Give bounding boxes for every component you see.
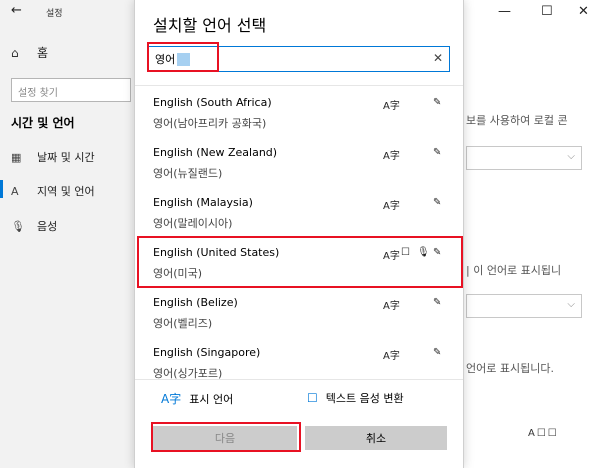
nav-home[interactable]: ⌂ 홈: [11, 44, 48, 61]
language-native-name: 영어(말레이시아): [153, 217, 233, 230]
language-row[interactable]: English (New Zealand) 영어(뉴질랜드) A字 ✎: [135, 136, 463, 186]
bg-dropdown[interactable]: ⌵: [466, 146, 582, 170]
text-to-speech-icon: ☐: [307, 391, 318, 405]
choose-language-dialog: 설치할 언어 선택 ✕ English (South Africa) 영어(남아…: [134, 0, 464, 468]
back-arrow-icon[interactable]: ←: [11, 3, 22, 18]
language-search-box: ✕: [148, 46, 450, 72]
handwriting-icon: ✎: [433, 147, 442, 158]
display-language-icon: A字: [383, 301, 400, 312]
language-row-selected[interactable]: English (United States) 영어(미국) A字 ☐ 🎙 ✎: [135, 236, 463, 286]
next-button[interactable]: 다음: [153, 426, 297, 450]
language-row[interactable]: English (Malaysia) 영어(말레이시아) A字 ✎: [135, 186, 463, 236]
bg-text-snippet: 보를 사용하여 로컬 콘: [466, 114, 568, 127]
language-name: English (Belize): [153, 296, 238, 309]
display-language-icon: A字: [383, 151, 400, 162]
nav-home-label: 홈: [37, 46, 49, 60]
settings-search-placeholder: 설정 찾기: [18, 88, 58, 99]
language-native-name: 영어(싱가포르): [153, 367, 223, 380]
handwriting-icon: ✎: [433, 197, 442, 208]
language-native-name: 영어(벨리즈): [153, 317, 213, 330]
display-language-icon: A字: [383, 201, 400, 212]
settings-sidebar: ← 설정 ⌂ 홈 설정 찾기 시간 및 언어 ▦ 날짜 및 시간 A 지역 및 …: [0, 0, 134, 468]
text-to-speech-icon: ☐: [401, 247, 410, 258]
region-icon: A: [11, 184, 19, 198]
clear-search-icon[interactable]: ✕: [433, 51, 443, 65]
legend-label: 텍스트 음성 변환: [325, 392, 404, 405]
language-native-name: 영어(미국): [153, 267, 203, 280]
bg-text-snippet: | 이 언어로 표시됩니: [466, 264, 562, 277]
language-name: English (New Zealand): [153, 146, 278, 159]
chevron-down-icon: ⌵: [567, 299, 575, 310]
language-name: English (Singapore): [153, 346, 261, 359]
legend-display-language: A字 표시 언어: [161, 390, 233, 407]
legend-label: 표시 언어: [189, 392, 234, 406]
nav-item-speech[interactable]: 🎙 음성: [11, 218, 57, 234]
minimize-button[interactable]: —: [498, 4, 511, 19]
display-language-icon: A字: [383, 101, 400, 112]
home-icon: ⌂: [11, 45, 19, 60]
dialog-title: 설치할 언어 선택: [153, 16, 267, 35]
language-name: English (Malaysia): [153, 196, 253, 209]
speech-recognition-icon: 🎙: [417, 247, 430, 258]
language-feature-icons: A☐☐: [528, 428, 559, 439]
language-row[interactable]: English (South Africa) 영어(남아프리카 공화국) A字 …: [135, 86, 463, 136]
nav-item-date-time[interactable]: ▦ 날짜 및 시간: [11, 149, 95, 165]
language-native-name: 영어(뉴질랜드): [153, 167, 223, 180]
nav-item-label: 날짜 및 시간: [37, 151, 95, 164]
bg-text-snippet: 언어로 표시됩니다.: [466, 362, 554, 375]
language-native-name: 영어(남아프리카 공화국): [153, 117, 267, 130]
legend-text-to-speech: ☐ 텍스트 음성 변환: [307, 390, 404, 406]
cancel-button[interactable]: 취소: [305, 426, 447, 450]
maximize-button[interactable]: ☐: [541, 4, 553, 19]
display-language-icon: A字: [161, 392, 182, 406]
language-row[interactable]: English (Singapore) 영어(싱가포르) A字 ✎: [135, 336, 463, 380]
nav-item-label: 음성: [37, 220, 58, 233]
handwriting-icon: ✎: [433, 247, 442, 258]
calendar-icon: ▦: [11, 150, 22, 164]
settings-search-input[interactable]: 설정 찾기: [11, 78, 131, 102]
handwriting-icon: ✎: [433, 97, 442, 108]
nav-selected-indicator: [0, 180, 3, 198]
app-title: 설정: [46, 9, 63, 19]
language-list[interactable]: English (South Africa) 영어(남아프리카 공화국) A字 …: [135, 85, 463, 380]
nav-item-label: 지역 및 언어: [37, 185, 95, 198]
bg-dropdown[interactable]: ⌵: [466, 294, 582, 318]
nav-item-region-language[interactable]: A 지역 및 언어: [11, 183, 95, 199]
close-button[interactable]: ✕: [578, 4, 589, 19]
display-language-icon: A字: [383, 351, 400, 362]
handwriting-icon: ✎: [433, 347, 442, 358]
language-row[interactable]: English (Belize) 영어(벨리즈) A字 ✎: [135, 286, 463, 336]
language-name: English (South Africa): [153, 96, 272, 109]
language-name: English (United States): [153, 246, 280, 259]
language-search-input[interactable]: [149, 47, 419, 71]
section-title: 시간 및 언어: [11, 116, 75, 130]
chevron-down-icon: ⌵: [567, 151, 575, 162]
handwriting-icon: ✎: [433, 297, 442, 308]
microphone-icon: 🎙: [11, 219, 25, 233]
display-language-icon: A字: [383, 251, 400, 262]
